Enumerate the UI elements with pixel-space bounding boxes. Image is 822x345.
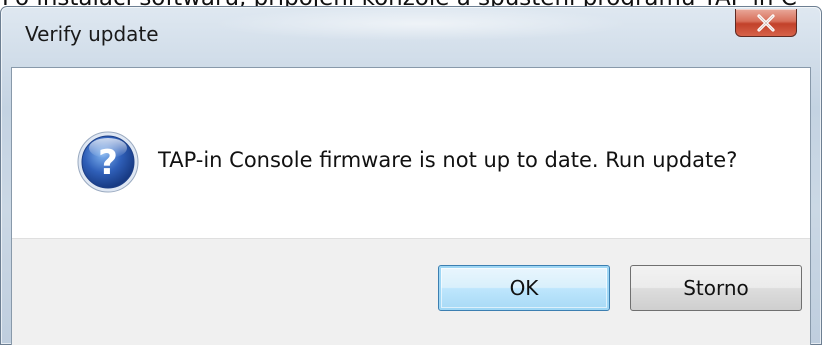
- close-button[interactable]: [735, 9, 797, 37]
- message-area: ? TAP-in Console firmware is not up to d…: [12, 68, 810, 238]
- dialog-title: Verify update: [25, 22, 159, 46]
- title-bar[interactable]: Verify update: [1, 7, 821, 63]
- title-bar-glow: [211, 7, 631, 41]
- dialog-window: Verify update ? TAP-in Console firmware …: [0, 6, 822, 345]
- screen: Po instalaci softwaru, připojení konzole…: [0, 0, 822, 345]
- message-text: TAP-in Console firmware is not up to dat…: [158, 148, 738, 172]
- close-x-icon: [757, 13, 775, 32]
- question-icon: ?: [77, 131, 139, 193]
- ok-button[interactable]: OK: [438, 265, 610, 311]
- svg-text:?: ?: [98, 143, 118, 183]
- storno-button[interactable]: Storno: [630, 265, 802, 311]
- button-bar: OK Storno: [12, 238, 810, 345]
- dialog-content: ? TAP-in Console firmware is not up to d…: [11, 67, 811, 345]
